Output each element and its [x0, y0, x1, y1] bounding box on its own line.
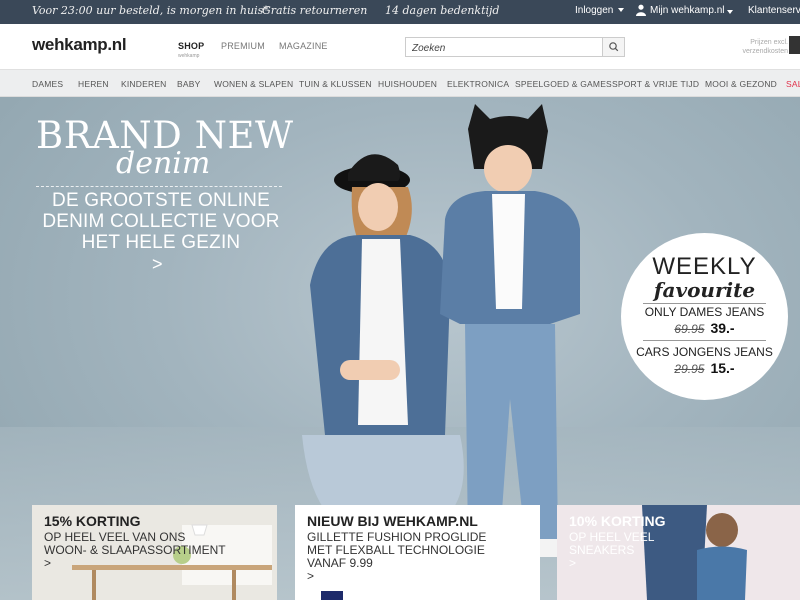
- search-icon: [609, 42, 619, 52]
- promo-reflection: 14 dagen bedenktijd: [385, 4, 500, 17]
- chevron-down-icon[interactable]: [727, 10, 733, 14]
- tab-shop[interactable]: SHOP: [178, 41, 204, 51]
- promo-arrow[interactable]: >: [44, 557, 226, 570]
- search-button[interactable]: [602, 38, 624, 56]
- cat-baby[interactable]: BABY: [177, 79, 200, 89]
- weekly-item-2-name: CARS JONGENS JEANS: [636, 345, 773, 359]
- cat-speelgoed-games[interactable]: SPEELGOED & GAMES: [515, 79, 612, 89]
- divider: [643, 340, 766, 341]
- top-bar: Voor 23:00 uur besteld, is morgen in hui…: [0, 0, 800, 24]
- hero-model-boy: [440, 104, 580, 557]
- account-link[interactable]: Mijn wehkamp.nl: [650, 5, 724, 16]
- divider: [643, 303, 766, 304]
- account-label: Mijn wehkamp.nl: [650, 5, 725, 16]
- cat-sale[interactable]: SALE: [786, 79, 800, 89]
- cat-elektronica[interactable]: ELEKTRONICA: [447, 79, 509, 89]
- promo-line: VANAF 9.99: [307, 556, 373, 570]
- promo-delivery: Voor 23:00 uur besteld, is morgen in hui…: [32, 4, 269, 17]
- promo-line: SNEAKERS: [569, 543, 635, 557]
- old-price: 69.95: [674, 322, 705, 336]
- promo-card-gillette[interactable]: NIEUW BIJ WEHKAMP.NL GILLETTE FUSHION PR…: [295, 505, 540, 600]
- separator-dot: ·: [241, 3, 245, 15]
- weekly-title: WEEKLY: [652, 253, 757, 280]
- promo-title: 15% KORTING: [44, 513, 141, 529]
- promo-text: OP HEEL VEEL SNEAKERS >: [569, 531, 654, 570]
- hero-arrow-link[interactable]: >: [152, 254, 163, 275]
- product-image: [321, 591, 343, 600]
- cat-heren[interactable]: HEREN: [78, 79, 109, 89]
- search-input[interactable]: [406, 39, 602, 58]
- hero-subtitle: DE GROOTSTE ONLINE DENIM COLLECTIE VOOR …: [42, 190, 280, 253]
- chevron-down-icon: [618, 8, 625, 13]
- promo-arrow[interactable]: >: [307, 570, 486, 583]
- search-box: [405, 37, 625, 58]
- user-icon: [636, 4, 646, 16]
- weekly-item-1-price: 69.95 39.-: [621, 320, 788, 336]
- old-price: 29.95: [674, 362, 705, 376]
- promo-returns: Gratis retourneren: [262, 4, 368, 17]
- weekly-favourite-badge[interactable]: WEEKLY favourite ONLY DAMES JEANS 69.95 3…: [621, 233, 788, 400]
- tab-premium[interactable]: PREMIUM: [221, 41, 265, 51]
- promo-card-sneakers[interactable]: 10% KORTING OP HEEL VEEL SNEAKERS >: [557, 505, 800, 600]
- login-label: Inloggen: [575, 5, 614, 16]
- tab-magazine[interactable]: MAGAZINE: [279, 41, 328, 51]
- cat-kinderen[interactable]: KINDEREN: [121, 79, 167, 89]
- cat-dames[interactable]: DAMES: [32, 79, 63, 89]
- promo-line: WOON- & SLAAPASSORTIMENT: [44, 543, 226, 557]
- hero-script: denim: [116, 146, 211, 181]
- promo-title: 10% KORTING: [569, 513, 666, 529]
- promo-text: OP HEEL VEEL VAN ONS WOON- & SLAAPASSORT…: [44, 531, 226, 570]
- site-logo[interactable]: wehkamp.nl: [32, 35, 127, 55]
- new-price: 39.-: [710, 320, 735, 336]
- promo-title: NIEUW BIJ WEHKAMP.NL: [307, 513, 478, 529]
- cat-huishouden[interactable]: HUISHOUDEN: [378, 79, 437, 89]
- cat-tuin-klussen[interactable]: TUIN & KLUSSEN: [299, 79, 372, 89]
- cart-note: Prijzen excl. verzendkosten: [742, 39, 788, 55]
- hero-divider: [36, 186, 282, 187]
- tab-shop-sub: wehkamp: [178, 53, 200, 59]
- login-link[interactable]: Inloggen: [575, 5, 625, 16]
- separator-dot: ·: [362, 3, 366, 15]
- weekly-item-1-name: ONLY DAMES JEANS: [644, 305, 765, 319]
- cat-mooi-gezond[interactable]: MOOI & GEZOND: [705, 79, 777, 89]
- category-nav: DAMES HEREN KINDEREN BABY WONEN & SLAPEN…: [0, 69, 800, 97]
- cat-wonen-slapen[interactable]: WONEN & SLAPEN: [214, 79, 293, 89]
- promo-arrow[interactable]: >: [569, 557, 654, 570]
- customer-service-link[interactable]: Klantenservice: [748, 5, 800, 16]
- main-header: wehkamp.nl SHOP wehkamp PREMIUM MAGAZINE…: [0, 24, 800, 69]
- weekly-subtitle: favourite: [653, 278, 756, 302]
- cat-sport-vrije-tijd[interactable]: SPORT & VRIJE TIJD: [612, 79, 699, 89]
- hero-banner[interactable]: BRAND NEW denim DE GROOTSTE ONLINE DENIM…: [0, 97, 800, 600]
- cart-icon[interactable]: [789, 36, 800, 54]
- promo-text: GILLETTE FUSHION PROGLIDE MET FLEXBALL T…: [307, 531, 486, 583]
- promo-card-home[interactable]: 15% KORTING OP HEEL VEEL VAN ONS WOON- &…: [32, 505, 277, 600]
- weekly-item-2-price: 29.95 15.-: [621, 360, 788, 376]
- new-price: 15.-: [710, 360, 735, 376]
